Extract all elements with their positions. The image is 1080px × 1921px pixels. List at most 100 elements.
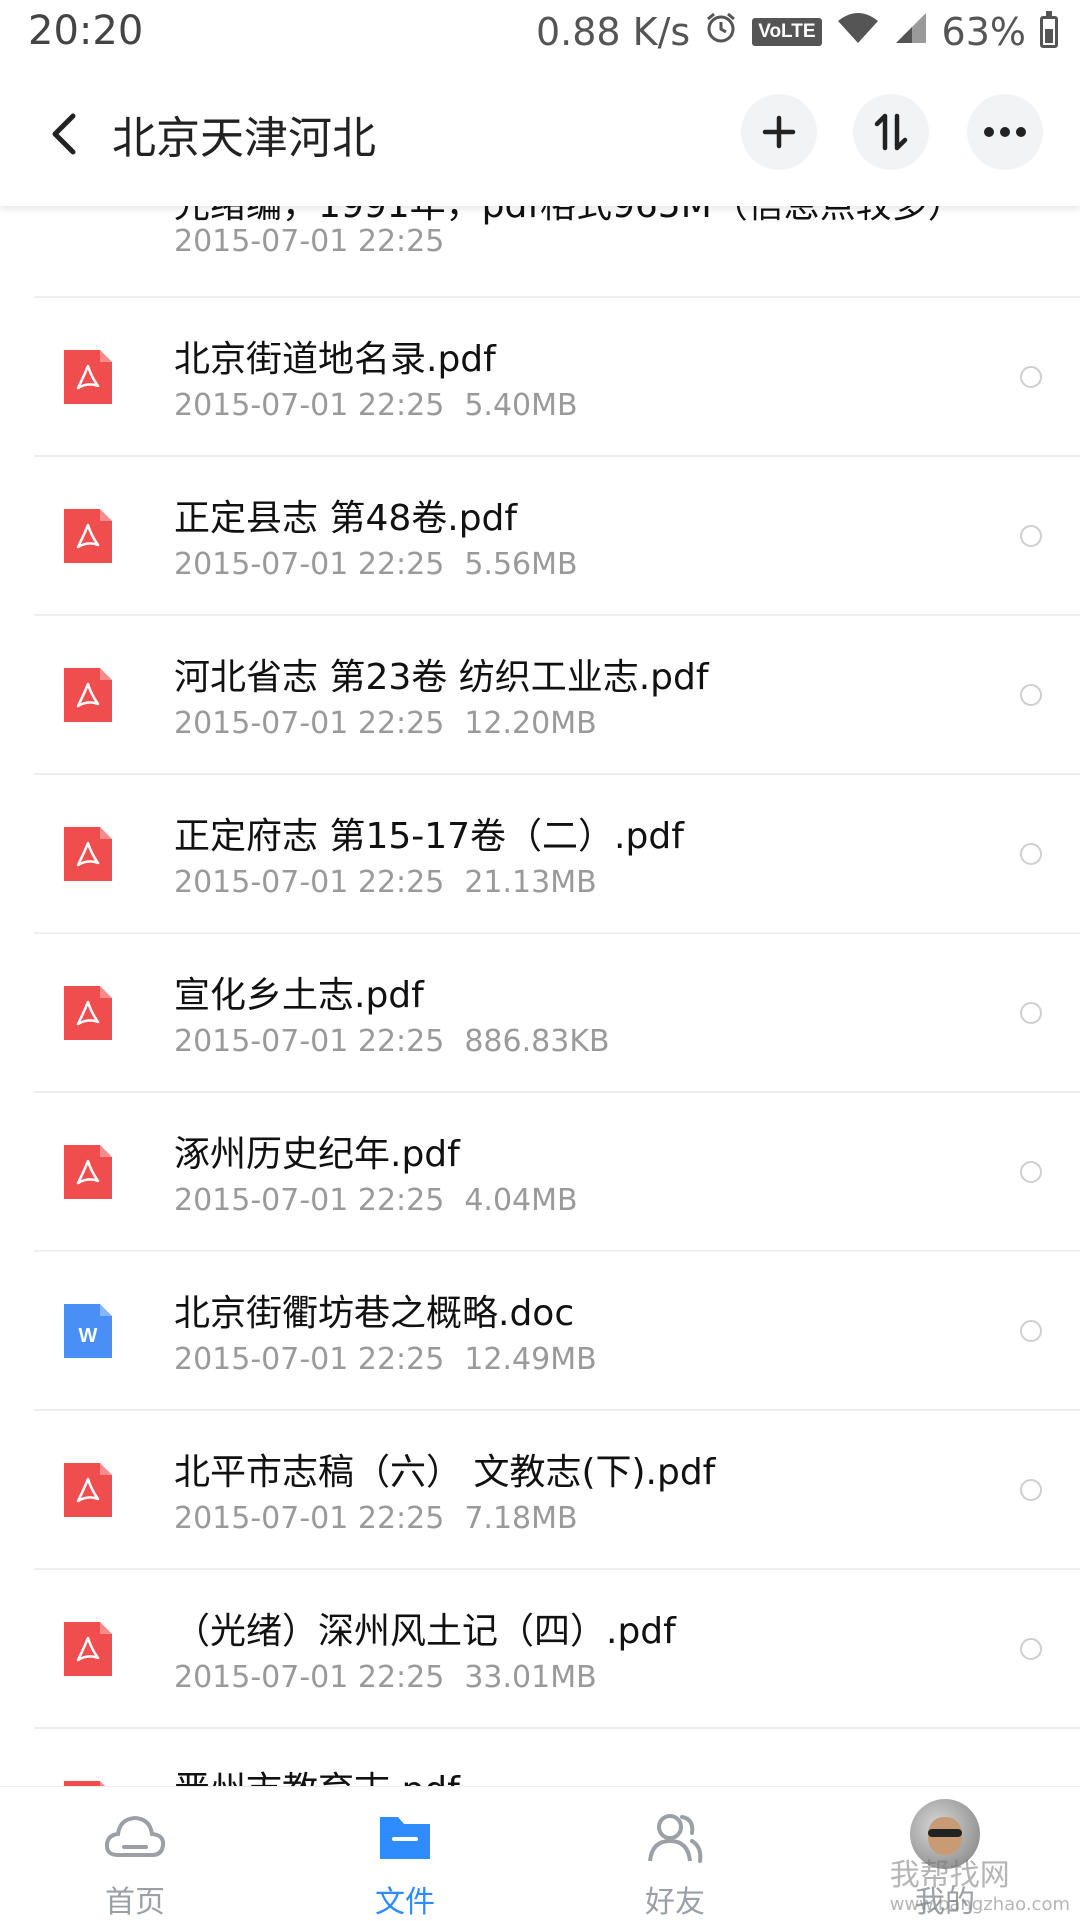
pdf-file-icon xyxy=(64,1622,112,1676)
more-icon xyxy=(984,127,1026,137)
nav-label: 文件 xyxy=(375,1885,435,1920)
select-radio[interactable] xyxy=(1020,366,1042,388)
back-button[interactable] xyxy=(40,104,88,164)
file-size: 4.04MB xyxy=(464,1183,578,1218)
pdf-file-icon xyxy=(64,827,112,881)
select-radio[interactable] xyxy=(1020,1161,1042,1183)
file-meta: 2015-07-01 22:25 886.83KB xyxy=(174,1024,610,1059)
pdf-file-icon xyxy=(64,1145,112,1199)
file-size: 886.83KB xyxy=(464,1024,610,1059)
more-button[interactable] xyxy=(967,94,1043,170)
list-item[interactable]: 北京街道地名录.pdf 2015-07-01 22:25 5.40MB xyxy=(34,298,1080,457)
battery-icon xyxy=(1040,11,1058,48)
alarm-icon xyxy=(704,10,738,54)
volte-badge: VoLTE xyxy=(752,18,822,46)
sort-button[interactable] xyxy=(853,94,929,170)
file-date: 2015-07-01 22:25 xyxy=(174,1183,445,1218)
friends-icon xyxy=(648,1814,703,1863)
file-meta: 2015-07-01 22:25 5.56MB xyxy=(174,547,578,582)
select-radio[interactable] xyxy=(1020,843,1042,865)
add-icon xyxy=(762,115,796,149)
network-speed: 0.88 K/s xyxy=(535,10,691,54)
watermark: 我帮找网 www.bangzhao.com xyxy=(890,1850,1070,1915)
file-size: 7.18MB xyxy=(464,1501,578,1536)
file-name: 北平市志稿（六） 文教志(下).pdf xyxy=(174,1452,716,1493)
select-radio[interactable] xyxy=(1020,525,1042,547)
chevron-left-icon xyxy=(52,113,76,155)
file-size: 5.56MB xyxy=(464,547,578,582)
list-item[interactable]: 正定府志 第15-17卷（二）.pdf 2015-07-01 22:25 21.13… xyxy=(34,775,1080,934)
list-item[interactable]: 光绪编，1991年，pdf格式965M（信息点较多） 2015-07-01 22… xyxy=(34,206,1080,298)
pdf-file-icon xyxy=(64,1463,112,1517)
file-date: 2015-07-01 22:25 xyxy=(174,224,445,259)
file-date: 2015-07-01 22:25 xyxy=(174,1024,445,1059)
file-size: 33.01MB xyxy=(464,1660,597,1695)
folder-icon xyxy=(380,1817,430,1859)
file-date: 2015-07-01 22:25 xyxy=(174,1342,445,1377)
select-radio[interactable] xyxy=(1020,1002,1042,1024)
file-size: 5.40MB xyxy=(464,388,578,423)
status-bar: 20:20 0.88 K/s VoLTE 63% xyxy=(0,0,1080,64)
file-name: （光绪）深州风土记（四）.pdf xyxy=(174,1611,676,1652)
file-name: 宣化乡土志.pdf xyxy=(174,975,424,1016)
file-meta: 2015-07-01 22:25 21.13MB xyxy=(174,865,597,900)
file-size: 21.13MB xyxy=(464,865,597,900)
list-item[interactable]: 晋州市教育志.pdf xyxy=(34,1729,1080,1786)
list-item[interactable]: 北平市志稿（六） 文教志(下).pdf 2015-07-01 22:25 7.18M… xyxy=(34,1411,1080,1570)
doc-file-icon: W xyxy=(64,1304,112,1358)
nav-files[interactable]: 文件 xyxy=(270,1787,540,1921)
pdf-file-icon xyxy=(64,509,112,563)
file-list[interactable]: 光绪编，1991年，pdf格式965M（信息点较多） 2015-07-01 22… xyxy=(0,206,1080,1786)
file-name: 正定县志 第48卷.pdf xyxy=(174,498,518,539)
file-name: 河北省志 第23卷 纺织工业志.pdf xyxy=(174,657,709,698)
file-size: 12.20MB xyxy=(464,706,597,741)
sort-icon xyxy=(874,113,908,151)
file-date: 2015-07-01 22:25 xyxy=(174,1660,445,1695)
bottom-nav: 首页 文件 好友 我的 我帮找网 www.bangzhao.com xyxy=(0,1786,1080,1921)
file-name: 北京街衢坊巷之概略.doc xyxy=(174,1293,575,1334)
list-item[interactable]: 河北省志 第23卷 纺织工业志.pdf 2015-07-01 22:25 12.20… xyxy=(34,616,1080,775)
file-meta: 2015-07-01 22:25 12.20MB xyxy=(174,706,597,741)
cloud-icon xyxy=(104,1815,166,1857)
add-button[interactable] xyxy=(741,94,817,170)
select-radio[interactable] xyxy=(1020,1638,1042,1660)
file-name: 北京街道地名录.pdf xyxy=(174,339,496,380)
wifi-icon xyxy=(836,10,880,54)
select-radio[interactable] xyxy=(1020,684,1042,706)
list-item[interactable]: W 北京街衢坊巷之概略.doc 2015-07-01 22:25 12.49MB xyxy=(34,1252,1080,1411)
file-meta: 2015-07-01 22:25 33.01MB xyxy=(174,1660,597,1695)
nav-home[interactable]: 首页 xyxy=(0,1787,270,1921)
file-meta: 2015-07-01 22:25 7.18MB xyxy=(174,1501,578,1536)
battery-fill xyxy=(1045,29,1053,43)
list-item[interactable]: 宣化乡土志.pdf 2015-07-01 22:25 886.83KB xyxy=(34,934,1080,1093)
signal-icon xyxy=(894,10,928,54)
nav-label: 首页 xyxy=(105,1885,165,1920)
file-date: 2015-07-01 22:25 xyxy=(174,865,445,900)
watermark-text: 我帮找网 xyxy=(889,1858,1010,1893)
file-meta: 2015-07-01 22:25 12.49MB xyxy=(174,1342,597,1377)
list-item[interactable]: 正定县志 第48卷.pdf 2015-07-01 22:25 5.56MB xyxy=(34,457,1080,616)
file-meta: 2015-07-01 22:25 5.40MB xyxy=(174,388,578,423)
list-item[interactable]: （光绪）深州风土记（四）.pdf 2015-07-01 22:25 33.01MB xyxy=(34,1570,1080,1729)
file-size: 12.49MB xyxy=(464,1342,597,1377)
file-date: 2015-07-01 22:25 xyxy=(174,547,445,582)
file-name: 涿州历史纪年.pdf xyxy=(174,1134,460,1175)
pdf-file-icon xyxy=(64,986,112,1040)
pdf-file-icon xyxy=(64,668,112,722)
select-radio[interactable] xyxy=(1020,1320,1042,1342)
status-right: 0.88 K/s VoLTE 63% xyxy=(536,8,1058,56)
nav-label: 好友 xyxy=(645,1885,705,1920)
avatar-glasses xyxy=(928,1829,962,1837)
app-bar: 北京天津河北 xyxy=(0,64,1080,206)
file-meta: 2015-07-01 22:25 xyxy=(174,224,444,259)
list-item[interactable]: 涿州历史纪年.pdf 2015-07-01 22:25 4.04MB xyxy=(34,1093,1080,1252)
nav-friends[interactable]: 好友 xyxy=(540,1787,810,1921)
pdf-file-icon xyxy=(64,350,112,404)
select-radio[interactable] xyxy=(1020,1479,1042,1501)
file-date: 2015-07-01 22:25 xyxy=(174,388,445,423)
page-title: 北京天津河北 xyxy=(112,113,376,164)
file-meta: 2015-07-01 22:25 4.04MB xyxy=(174,1183,578,1218)
battery-percent: 63% xyxy=(941,10,1026,54)
watermark-url: www.bangzhao.com xyxy=(889,1894,1070,1915)
svg-text:W: W xyxy=(79,1325,98,1347)
